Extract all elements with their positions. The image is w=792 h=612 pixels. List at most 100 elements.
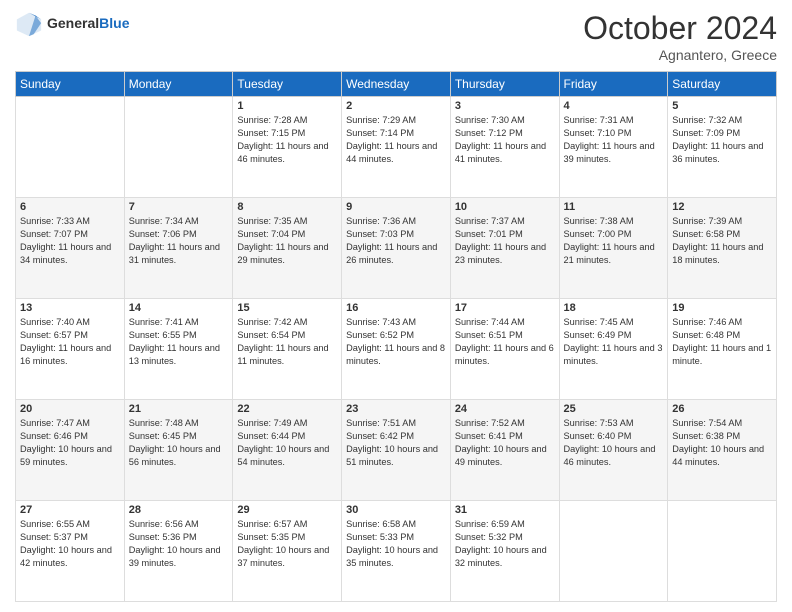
day-header-sunday: Sunday — [16, 72, 125, 97]
day-number: 24 — [455, 403, 555, 415]
day-number: 25 — [564, 403, 664, 415]
header-row: SundayMondayTuesdayWednesdayThursdayFrid… — [16, 72, 777, 97]
calendar-cell: 27 Sunrise: 6:55 AMSunset: 5:37 PMDayligh… — [16, 501, 125, 602]
title-block: October 2024 Agnantero, Greece — [583, 10, 777, 63]
calendar-cell: 5Sunrise: 7:32 AMSunset: 7:09 PMDaylight… — [668, 97, 777, 198]
calendar-cell: 7Sunrise: 7:34 AMSunset: 7:06 PMDaylight… — [124, 198, 233, 299]
day-number: 30 — [346, 504, 446, 516]
calendar-cell: 19 Sunrise: 7:46 AMSunset: 6:48 PMDayligh… — [668, 299, 777, 400]
cell-content: Sunrise: 7:31 AMSunset: 7:10 PMDaylight:… — [564, 114, 664, 166]
day-number: 14 — [129, 302, 229, 314]
day-number: 26 — [672, 403, 772, 415]
logo: GeneralBlue — [15, 10, 129, 38]
cell-content: Sunrise: 7:36 AMSunset: 7:03 PMDaylight:… — [346, 215, 446, 267]
calendar-cell: 1Sunrise: 7:28 AMSunset: 7:15 PMDaylight… — [233, 97, 342, 198]
calendar-cell: 21Sunrise: 7:48 AMSunset: 6:45 PMDayligh… — [124, 400, 233, 501]
day-number: 12 — [672, 201, 772, 213]
day-number: 16 — [346, 302, 446, 314]
cell-content: Sunrise: 7:37 AMSunset: 7:01 PMDaylight:… — [455, 215, 555, 267]
calendar-cell: 4 Sunrise: 7:31 AMSunset: 7:10 PMDaylight… — [559, 97, 668, 198]
cell-content: Sunrise: 7:41 AMSunset: 6:55 PMDaylight:… — [129, 316, 229, 368]
cell-content: Sunrise: 7:30 AMSunset: 7:12 PMDaylight:… — [455, 114, 555, 166]
day-number: 27 — [20, 504, 120, 516]
day-number: 1 — [237, 100, 337, 112]
page: GeneralBlue October 2024 Agnantero, Gree… — [0, 0, 792, 612]
day-number: 8 — [237, 201, 337, 213]
day-number: 10 — [455, 201, 555, 213]
day-number: 23 — [346, 403, 446, 415]
calendar-table: SundayMondayTuesdayWednesdayThursdayFrid… — [15, 71, 777, 602]
cell-content: Sunrise: 7:43 AMSunset: 6:52 PMDaylight:… — [346, 316, 446, 368]
logo-blue: Blue — [99, 15, 129, 31]
calendar-cell — [16, 97, 125, 198]
week-row-5: 27 Sunrise: 6:55 AMSunset: 5:37 PMDayligh… — [16, 501, 777, 602]
day-number: 9 — [346, 201, 446, 213]
day-number: 22 — [237, 403, 337, 415]
cell-content: Sunrise: 6:59 AMSunset: 5:32 PMDaylight:… — [455, 518, 555, 570]
cell-content: Sunrise: 7:47 AMSunset: 6:46 PMDaylight:… — [20, 417, 120, 469]
cell-content: Sunrise: 7:45 AMSunset: 6:49 PMDaylight:… — [564, 316, 664, 368]
month-title: October 2024 — [583, 10, 777, 47]
calendar-cell: 17 Sunrise: 7:44 AMSunset: 6:51 PMDayligh… — [450, 299, 559, 400]
day-number: 21 — [129, 403, 229, 415]
calendar-cell: 12 Sunrise: 7:39 AMSunset: 6:58 PMDayligh… — [668, 198, 777, 299]
day-number: 20 — [20, 403, 120, 415]
calendar-cell: 28 Sunrise: 6:56 AMSunset: 5:36 PMDayligh… — [124, 501, 233, 602]
day-number: 29 — [237, 504, 337, 516]
calendar-cell: 6Sunrise: 7:33 AMSunset: 7:07 PMDaylight… — [16, 198, 125, 299]
day-number: 2 — [346, 100, 446, 112]
cell-content: Sunrise: 6:58 AMSunset: 5:33 PMDaylight:… — [346, 518, 446, 570]
logo-icon — [15, 10, 43, 38]
calendar-cell: 25 Sunrise: 7:53 AMSunset: 6:40 PMDayligh… — [559, 400, 668, 501]
day-number: 13 — [20, 302, 120, 314]
calendar-cell: 24 Sunrise: 7:52 AMSunset: 6:41 PMDayligh… — [450, 400, 559, 501]
cell-content: Sunrise: 7:33 AMSunset: 7:07 PMDaylight:… — [20, 215, 120, 267]
day-number: 17 — [455, 302, 555, 314]
header: GeneralBlue October 2024 Agnantero, Gree… — [15, 10, 777, 63]
day-number: 11 — [564, 201, 664, 213]
cell-content: Sunrise: 7:35 AMSunset: 7:04 PMDaylight:… — [237, 215, 337, 267]
cell-content: Sunrise: 7:39 AMSunset: 6:58 PMDaylight:… — [672, 215, 772, 267]
calendar-cell: 3 Sunrise: 7:30 AMSunset: 7:12 PMDaylight… — [450, 97, 559, 198]
day-number: 18 — [564, 302, 664, 314]
cell-content: Sunrise: 6:55 AMSunset: 5:37 PMDaylight:… — [20, 518, 120, 570]
week-row-1: 1Sunrise: 7:28 AMSunset: 7:15 PMDaylight… — [16, 97, 777, 198]
calendar-cell: 2 Sunrise: 7:29 AMSunset: 7:14 PMDaylight… — [342, 97, 451, 198]
day-number: 5 — [672, 100, 772, 112]
day-header-wednesday: Wednesday — [342, 72, 451, 97]
logo-general: General — [47, 15, 99, 31]
calendar-cell: 22 Sunrise: 7:49 AMSunset: 6:44 PMDayligh… — [233, 400, 342, 501]
cell-content: Sunrise: 7:53 AMSunset: 6:40 PMDaylight:… — [564, 417, 664, 469]
day-number: 28 — [129, 504, 229, 516]
cell-content: Sunrise: 7:52 AMSunset: 6:41 PMDaylight:… — [455, 417, 555, 469]
calendar-cell — [668, 501, 777, 602]
cell-content: Sunrise: 6:56 AMSunset: 5:36 PMDaylight:… — [129, 518, 229, 570]
cell-content: Sunrise: 7:54 AMSunset: 6:38 PMDaylight:… — [672, 417, 772, 469]
cell-content: Sunrise: 7:29 AMSunset: 7:14 PMDaylight:… — [346, 114, 446, 166]
cell-content: Sunrise: 7:38 AMSunset: 7:00 PMDaylight:… — [564, 215, 664, 267]
day-header-tuesday: Tuesday — [233, 72, 342, 97]
day-number: 7 — [129, 201, 229, 213]
cell-content: Sunrise: 7:40 AMSunset: 6:57 PMDaylight:… — [20, 316, 120, 368]
calendar-cell: 10 Sunrise: 7:37 AMSunset: 7:01 PMDayligh… — [450, 198, 559, 299]
calendar-cell: 31Sunrise: 6:59 AMSunset: 5:32 PMDayligh… — [450, 501, 559, 602]
calendar-cell: 14 Sunrise: 7:41 AMSunset: 6:55 PMDayligh… — [124, 299, 233, 400]
day-number: 19 — [672, 302, 772, 314]
calendar-cell: 18 Sunrise: 7:45 AMSunset: 6:49 PMDayligh… — [559, 299, 668, 400]
cell-content: Sunrise: 7:49 AMSunset: 6:44 PMDaylight:… — [237, 417, 337, 469]
cell-content: Sunrise: 7:42 AMSunset: 6:54 PMDaylight:… — [237, 316, 337, 368]
calendar-cell: 15Sunrise: 7:42 AMSunset: 6:54 PMDayligh… — [233, 299, 342, 400]
week-row-4: 20 Sunrise: 7:47 AMSunset: 6:46 PMDayligh… — [16, 400, 777, 501]
day-number: 3 — [455, 100, 555, 112]
calendar-cell: 29Sunrise: 6:57 AMSunset: 5:35 PMDayligh… — [233, 501, 342, 602]
cell-content: Sunrise: 7:51 AMSunset: 6:42 PMDaylight:… — [346, 417, 446, 469]
calendar-cell: 26 Sunrise: 7:54 AMSunset: 6:38 PMDayligh… — [668, 400, 777, 501]
day-header-friday: Friday — [559, 72, 668, 97]
week-row-2: 6Sunrise: 7:33 AMSunset: 7:07 PMDaylight… — [16, 198, 777, 299]
day-number: 4 — [564, 100, 664, 112]
logo-text: GeneralBlue — [47, 16, 129, 31]
calendar-cell: 30 Sunrise: 6:58 AMSunset: 5:33 PMDayligh… — [342, 501, 451, 602]
calendar-cell: 16 Sunrise: 7:43 AMSunset: 6:52 PMDayligh… — [342, 299, 451, 400]
cell-content: Sunrise: 7:46 AMSunset: 6:48 PMDaylight:… — [672, 316, 772, 368]
cell-content: Sunrise: 7:44 AMSunset: 6:51 PMDaylight:… — [455, 316, 555, 368]
